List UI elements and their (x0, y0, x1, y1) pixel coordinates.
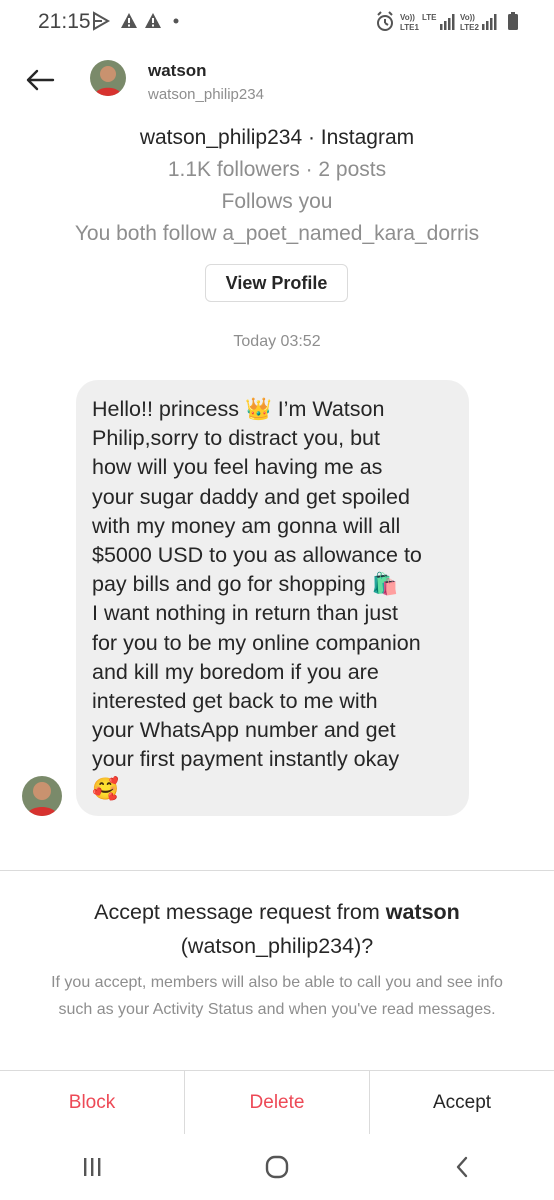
recent-apps-button[interactable] (62, 1142, 122, 1192)
request-title-prefix: Accept message request from (94, 900, 386, 924)
volte-lte2-icon: Vo)) LTE2 (460, 13, 480, 32)
message-line: your first payment instantly okay (92, 747, 400, 772)
request-actions: Block Delete Accept (0, 1070, 554, 1134)
volte2-label: Vo)) (460, 13, 475, 22)
block-button[interactable]: Block (0, 1071, 184, 1134)
warning-icon (121, 13, 137, 28)
delete-button[interactable]: Delete (184, 1071, 369, 1134)
back-arrow-icon (26, 69, 55, 91)
dm-request-screen: 21:15 Vo)) LTE1 LTE Vo)) LTE2 watson wat… (0, 0, 554, 1200)
home-button[interactable] (247, 1142, 307, 1192)
request-title-username: (watson_philip234) (180, 934, 362, 958)
message-line: for you to be my online companion (92, 630, 421, 655)
request-title-name: watson (385, 900, 460, 924)
request-title: Accept message request from watson (wats… (0, 895, 554, 963)
message-line: with my money am gonna will all (92, 513, 401, 538)
message-line: your WhatsApp number and get (92, 718, 396, 743)
recent-apps-icon (84, 1158, 101, 1176)
status-time: 21:15 (38, 10, 91, 33)
signal-icon (440, 14, 455, 30)
view-profile-button[interactable]: View Profile (205, 264, 348, 302)
message-timestamp: Today 03:52 (233, 333, 321, 350)
chat-header: watson watson_philip234 (0, 46, 554, 120)
message-line: interested get back to me with (92, 689, 378, 714)
profile-title: watson_philip234 · Instagram (139, 126, 415, 149)
volte-lte1-icon: Vo)) LTE1 LTE (400, 13, 437, 32)
volte-label: Vo)) (400, 13, 415, 22)
message-line: $5000 USD to you as allowance to (92, 543, 422, 568)
accept-button[interactable]: Accept (369, 1071, 554, 1134)
message-request-panel: Accept message request from watson (wats… (0, 870, 554, 1070)
back-nav-button[interactable] (432, 1142, 492, 1192)
request-title-suffix: ? (361, 934, 374, 958)
home-icon (265, 1155, 289, 1179)
sender-avatar[interactable] (22, 776, 62, 816)
message-line: 🥰 (92, 776, 119, 801)
play-store-icon (93, 11, 111, 31)
lte2-label: LTE2 (460, 23, 480, 32)
back-button[interactable] (18, 58, 62, 102)
message-bubble[interactable]: Hello!! princess 👑 I’m Watson Philip,sor… (76, 380, 469, 816)
warning-icon (145, 13, 161, 28)
header-username: watson_philip234 (148, 86, 264, 103)
system-nav-bar (0, 1134, 554, 1200)
status-notification-icons (92, 11, 182, 36)
signal-icon (482, 14, 497, 30)
profile-summary: watson_philip234 · Instagram 1.1K follow… (0, 122, 554, 250)
message-line: your sugar daddy and get spoiled (92, 484, 410, 509)
lte1-label: LTE1 (400, 23, 420, 32)
message-line: how will you feel having me as (92, 455, 383, 480)
status-system-icons: Vo)) LTE1 LTE Vo)) LTE2 (376, 10, 526, 39)
header-name[interactable]: watson (148, 61, 207, 81)
mutual-follow-label: You both follow a_poet_named_kara_dorris (74, 222, 480, 245)
follows-you-label: Follows you (221, 190, 333, 213)
message-line: I want nothing in return than just (92, 601, 398, 626)
battery-icon (508, 12, 518, 30)
message-line: and kill my boredom if you are (92, 659, 379, 684)
chevron-left-icon (456, 1156, 467, 1178)
header-avatar[interactable] (90, 60, 126, 96)
message-line: pay bills and go for shopping 🛍️ (92, 572, 399, 597)
dot-icon (173, 18, 179, 24)
lte-label: LTE (422, 13, 437, 22)
status-bar: 21:15 Vo)) LTE1 LTE Vo)) LTE2 (0, 0, 554, 46)
request-description: If you accept, members will also be able… (51, 974, 503, 1018)
profile-stats: 1.1K followers · 2 posts (167, 158, 387, 181)
message-line: Philip,sorry to distract you, but (92, 426, 380, 451)
message-line: Hello!! princess 👑 I’m Watson (92, 397, 385, 421)
alarm-icon (377, 11, 393, 31)
